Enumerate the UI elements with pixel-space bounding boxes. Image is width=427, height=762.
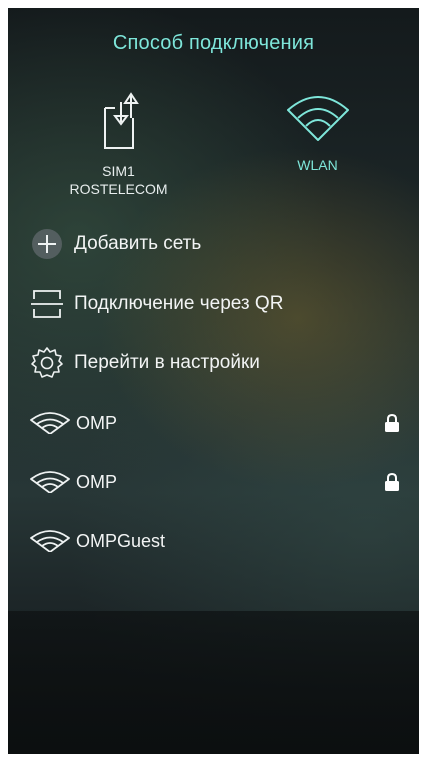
wifi-icon bbox=[286, 96, 349, 141]
sim-slot-label: SIM1 bbox=[102, 163, 135, 179]
wifi-network-name: OMP bbox=[76, 471, 118, 492]
wifi-network-name: OMPGuest bbox=[76, 530, 166, 551]
qr-scan-icon bbox=[31, 290, 63, 318]
lock-icon bbox=[385, 414, 399, 432]
wlan-label: WLAN bbox=[297, 157, 338, 173]
wifi-network-item[interactable]: OMP bbox=[30, 409, 400, 437]
sim-operator-label: ROSTELECOM bbox=[69, 181, 168, 197]
lock-icon bbox=[385, 473, 399, 491]
connection-method-screen: Способ подключения SIM1 ROSTELECOM WLAN bbox=[8, 8, 419, 754]
connection-option-wlan[interactable]: WLAN bbox=[260, 88, 375, 174]
sim-data-icon bbox=[103, 92, 139, 149]
add-icon bbox=[32, 229, 62, 259]
bottom-empty-area bbox=[8, 611, 419, 754]
gear-icon bbox=[31, 347, 63, 378]
wifi-signal-icon bbox=[30, 530, 70, 552]
qr-connect-button[interactable]: Подключение через QR bbox=[30, 287, 283, 321]
connection-option-sim[interactable]: SIM1 ROSTELECOM bbox=[56, 88, 181, 198]
add-network-label: Добавить сеть bbox=[74, 233, 202, 254]
wifi-signal-icon bbox=[30, 412, 70, 434]
qr-connect-label: Подключение через QR bbox=[74, 293, 284, 314]
open-settings-button[interactable]: Перейти в настройки bbox=[30, 346, 260, 380]
wifi-network-name: OMP bbox=[76, 412, 118, 433]
page-title: Способ подключения bbox=[112, 32, 315, 54]
add-network-button[interactable]: Добавить сеть bbox=[30, 227, 201, 261]
wifi-signal-icon bbox=[30, 471, 70, 493]
sim-label: SIM1 ROSTELECOM bbox=[56, 162, 181, 198]
open-settings-label: Перейти в настройки bbox=[74, 352, 260, 373]
wifi-network-item[interactable]: OMPGuest bbox=[30, 527, 400, 555]
wifi-network-item[interactable]: OMP bbox=[30, 468, 400, 496]
